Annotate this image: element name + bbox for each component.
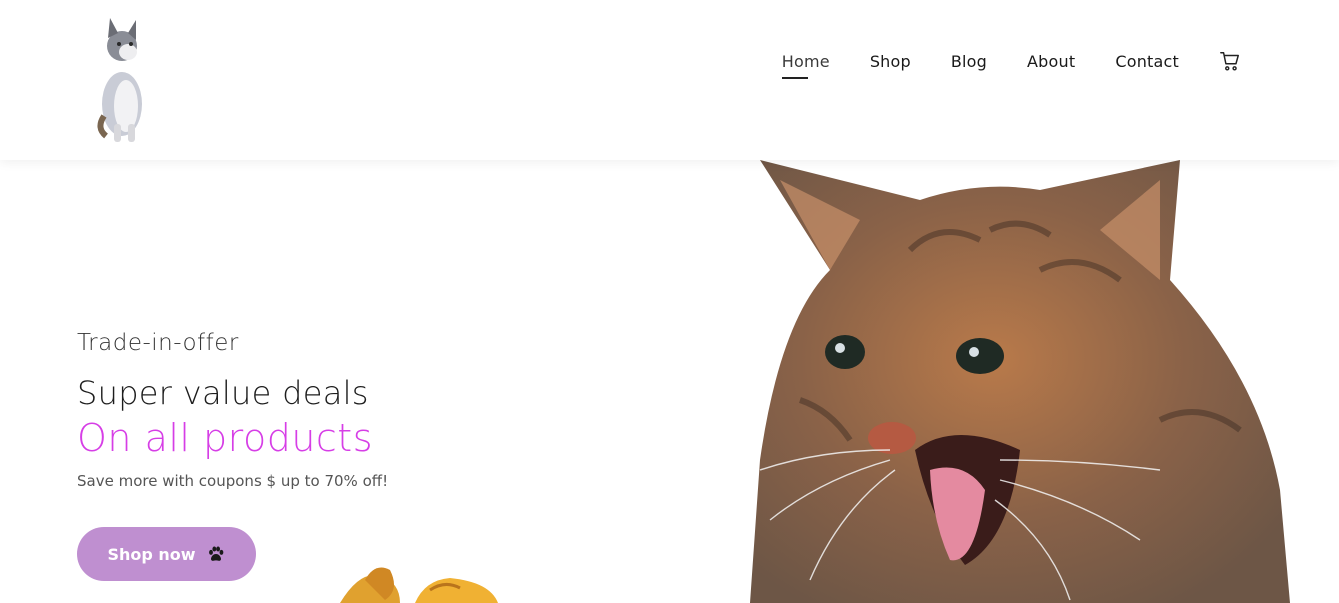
shop-now-label: Shop now	[107, 544, 196, 564]
hero-headline: Super value deals	[77, 374, 369, 412]
nav-about[interactable]: About	[1027, 52, 1075, 77]
nav-blog[interactable]: Blog	[951, 52, 987, 77]
paw-icon	[208, 546, 223, 561]
cat-logo-icon[interactable]	[92, 16, 150, 144]
hero-text: Trade-in-offer Super value deals On all …	[77, 330, 637, 490]
nav-shop[interactable]: Shop	[870, 52, 911, 77]
hero-kicker: Trade-in-offer	[77, 330, 239, 356]
kitten-image	[750, 160, 1290, 603]
treats-image	[340, 567, 498, 603]
hero-description: Save more with coupons $ up to 70% off!	[77, 472, 389, 490]
site-header: Home Shop Blog About Contact	[0, 0, 1339, 160]
shop-now-button[interactable]: Shop now	[77, 527, 256, 581]
cart-icon[interactable]	[1219, 50, 1241, 72]
main-nav: Home Shop Blog About Contact	[781, 50, 1241, 79]
hero-subhead: On all products	[77, 416, 374, 460]
nav-home[interactable]: Home	[781, 52, 830, 79]
nav-contact[interactable]: Contact	[1115, 52, 1179, 77]
